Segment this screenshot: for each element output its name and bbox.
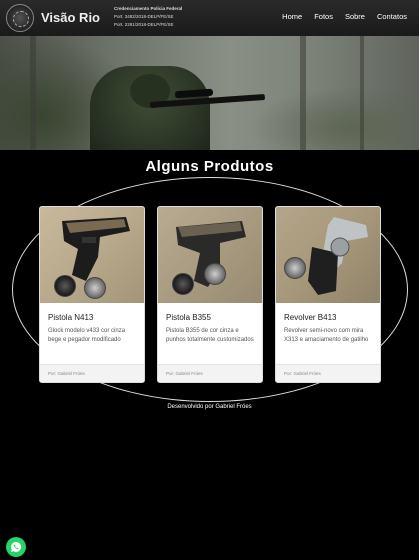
products-heading: Alguns Produtos — [145, 158, 274, 175]
card-footer: Por: Gabriel Fróes — [276, 364, 380, 382]
product-author: Por: Gabriel Fróes — [48, 371, 85, 376]
product-image — [40, 207, 144, 303]
license-info: Credenciamento Polícia Federal Port. 348… — [114, 5, 182, 29]
product-card[interactable]: Pistola B355 Pistola B355 de cor cinza e… — [157, 206, 263, 383]
product-image — [276, 207, 380, 303]
product-author: Por: Gabriel Fróes — [166, 371, 203, 376]
product-description: Glock modelo v433 cor cinza bege e pegad… — [48, 328, 126, 343]
card-footer: Por: Gabriel Fróes — [40, 364, 144, 382]
product-description: Revolver semi-novo com mira X313 e amaci… — [284, 328, 369, 343]
product-title: Pistola B355 — [166, 313, 211, 322]
card-footer: Por: Gabriel Fróes — [158, 364, 262, 382]
license-title: Credenciamento Polícia Federal — [114, 6, 183, 11]
product-card[interactable]: Revolver B413 Revolver semi-novo com mir… — [275, 206, 381, 383]
product-description: Pistola B355 de cor cinza e punhos total… — [166, 328, 254, 343]
navbar: Visão Rio Credenciamento Polícia Federal… — [0, 0, 419, 36]
nav-home[interactable]: Home — [282, 12, 302, 21]
product-image — [158, 207, 262, 303]
nav-sobre[interactable]: Sobre — [345, 12, 365, 21]
license-line-1: Port. 3482/2018-DELP/FE/SE — [114, 14, 174, 19]
main-nav: Home Fotos Sobre Contatos — [282, 12, 407, 21]
hero-image — [0, 36, 419, 150]
product-title: Revolver B413 — [284, 313, 337, 322]
brand-name[interactable]: Visão Rio — [41, 10, 100, 25]
developer-credit: Desenvolvido por Gabriel Fróes — [167, 404, 252, 410]
nav-contatos[interactable]: Contatos — [377, 12, 407, 21]
nav-fotos[interactable]: Fotos — [314, 12, 333, 21]
police-emblem-icon[interactable] — [6, 4, 34, 32]
product-author: Por: Gabriel Fróes — [284, 371, 321, 376]
product-title: Pistola N413 — [48, 313, 94, 322]
license-line-2: Port. 2291/2018-DELP/FE/SE — [114, 22, 174, 27]
product-card[interactable]: Pistola N413 Glock modelo v433 cor cinza… — [39, 206, 145, 383]
whatsapp-button[interactable] — [6, 537, 26, 557]
whatsapp-icon — [11, 541, 22, 552]
